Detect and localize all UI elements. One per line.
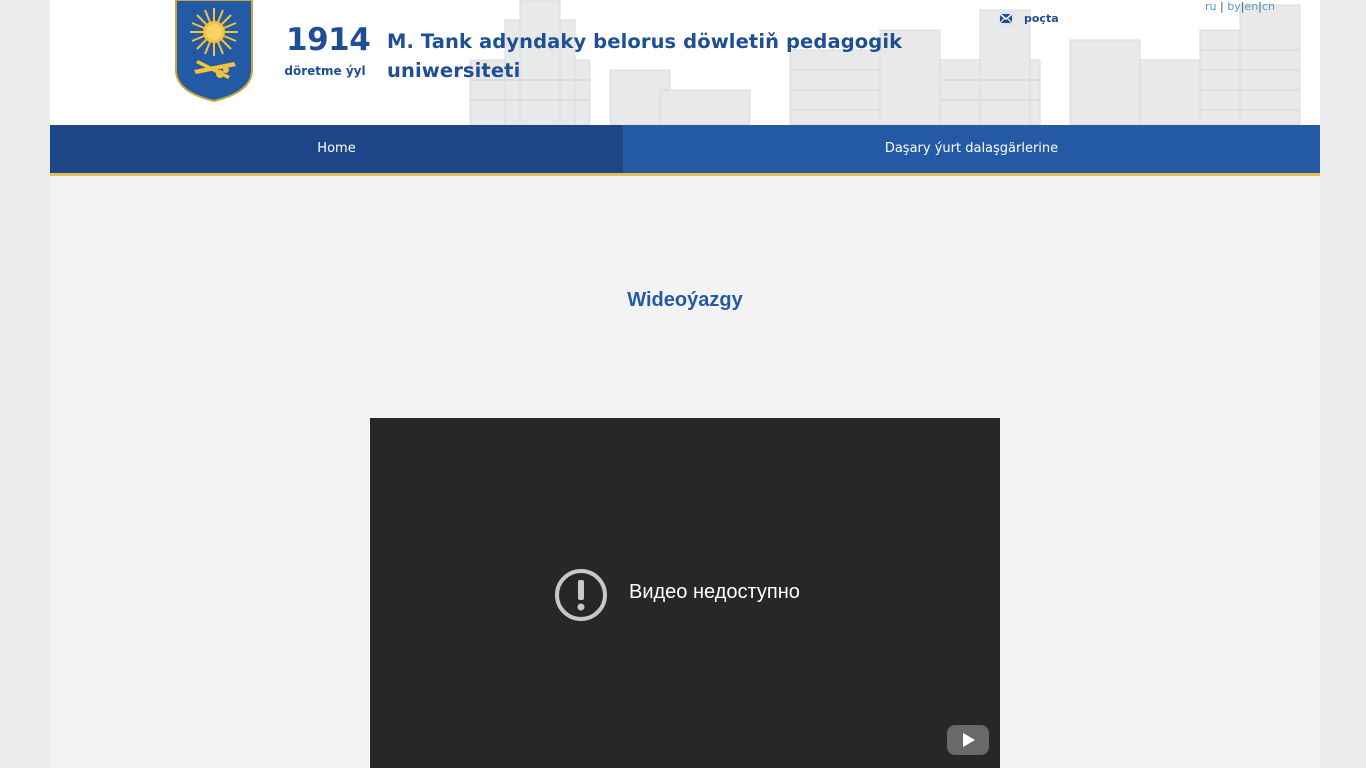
language-switcher: ru | by|en|cn [1205, 0, 1275, 13]
alert-circle-icon [555, 569, 607, 621]
lang-ru[interactable]: ru [1205, 0, 1217, 13]
lang-separator: | [1216, 0, 1228, 13]
section-title: Wideoýazgy [627, 289, 743, 311]
video-unavailable-message: Видео недоступно [629, 581, 800, 603]
university-crest-logo[interactable] [174, 0, 254, 102]
main-nav: Home Daşary ýurt dalaşgärlerine [50, 125, 1320, 176]
lang-en[interactable]: en [1244, 0, 1258, 13]
founding-year-caption: döretme ýyl [284, 64, 366, 78]
university-name[interactable]: M. Tank adyndaky belorus döwletiň pedago… [387, 27, 907, 85]
mail-link[interactable]: poçta [998, 9, 1059, 27]
nav-item-home[interactable]: Home [50, 125, 623, 173]
lang-by[interactable]: by [1227, 0, 1241, 13]
lang-cn[interactable]: cn [1262, 0, 1275, 13]
page: 1914 döretme ýyl M. Tank adyndaky beloru… [50, 0, 1320, 768]
video-player[interactable]: Видео недоступно [370, 418, 1000, 768]
mail-label: poçta [1024, 11, 1059, 25]
site-header: 1914 döretme ýyl M. Tank adyndaky beloru… [50, 0, 1320, 125]
nav-item-foreign-applicants[interactable]: Daşary ýurt dalaşgärlerine [623, 125, 1320, 173]
youtube-logo-icon[interactable] [947, 725, 989, 755]
founding-year: 1914 [286, 22, 371, 58]
mail-icon [998, 10, 1014, 26]
